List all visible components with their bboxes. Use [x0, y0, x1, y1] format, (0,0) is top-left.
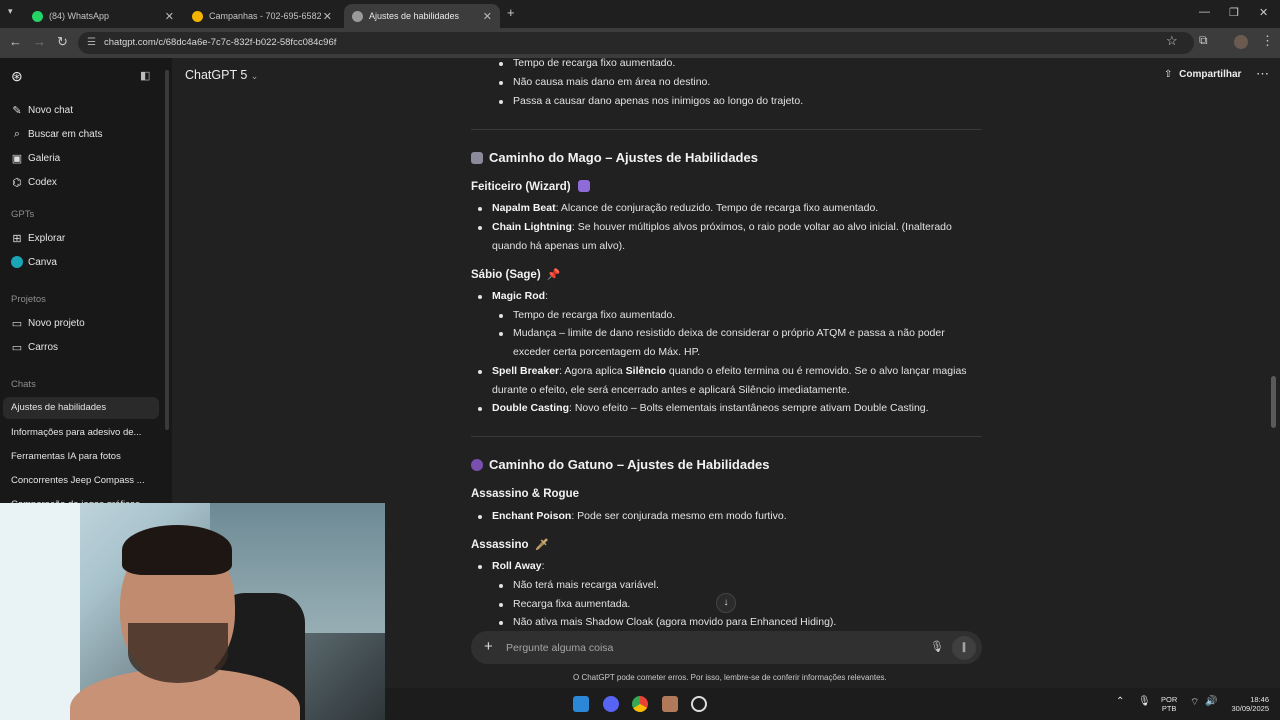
skill-desc: : Pode ser conjurada mesmo em modo furti… [571, 510, 787, 522]
list-item: Double Casting: Novo efeito – Bolts elem… [492, 402, 929, 414]
lang-layout: PTB [1161, 704, 1177, 713]
divider [471, 436, 982, 437]
bullet [499, 314, 503, 318]
subheading-sage: Sábio (Sage) 📌 [471, 268, 561, 281]
microphone-icon[interactable]: 🎙 [930, 640, 944, 653]
plus-icon[interactable]: + [484, 638, 493, 655]
main-scrollbar[interactable] [1271, 376, 1276, 428]
list-item: Spell Breaker: Agora aplica Silêncio qua… [492, 365, 967, 377]
list-item: Mudança – limite de dano resistido deixa… [513, 327, 945, 339]
app-icon[interactable] [662, 696, 678, 712]
taskbar: ⌃ 🎙 POR PTB ⌔ 🔊 18:46 30/09/2025 [385, 688, 1280, 720]
lang-code: POR [1161, 695, 1178, 704]
section-heading-gatuno: Caminho do Gatuno – Ajustes de Habilidad… [471, 457, 770, 472]
skill-desc: : Novo efeito – Bolts elementais instant… [569, 402, 929, 414]
dagger-emoji-icon: 🗡 [534, 539, 549, 551]
list-item: Não causa mais dano em área no destino. [513, 76, 711, 88]
date: 30/09/2025 [1231, 704, 1269, 713]
skill-desc: : Alcance de conjuração reduzido. Tempo … [555, 202, 879, 214]
heading-text: Feiticeiro (Wizard) [471, 181, 571, 193]
subheading-wizard: Feiticeiro (Wizard) [471, 180, 596, 193]
bullet [478, 515, 482, 519]
bullet [478, 207, 482, 211]
list-item: Tempo de recarga fixo aumentado. [513, 57, 676, 69]
list-item: Enchant Poison: Pode ser conjurada mesmo… [492, 510, 787, 522]
webcam-wall [0, 503, 80, 720]
wizard-emoji-icon [471, 152, 483, 164]
bullet [499, 584, 503, 588]
clock[interactable]: 18:46 30/09/2025 [1225, 695, 1269, 713]
list-item-continued: durante o efeito, ele será encerrado ant… [492, 384, 850, 396]
list-item-continued: exceder certa porcentagem do Máx. HP. [513, 346, 701, 358]
list-item: Não ativa mais Shadow Cloak (agora movid… [513, 616, 837, 628]
discord-icon[interactable] [603, 696, 619, 712]
scroll-down-icon[interactable]: ↓ [716, 593, 736, 613]
purple-circle-emoji-icon [471, 459, 483, 471]
heading-text: Sábio (Sage) [471, 269, 541, 281]
list-item: Roll Away: [492, 560, 545, 572]
bullet [478, 295, 482, 299]
voice-mode-icon[interactable]: ∥ [952, 636, 976, 660]
list-item: Tempo de recarga fixo aumentado. [513, 309, 676, 321]
microphone-tray-icon[interactable]: 🎙 [1138, 696, 1151, 707]
windows-start-icon[interactable] [573, 696, 589, 712]
subheading-assassin-rogue: Assassino & Rogue [471, 488, 579, 500]
skill-name: Chain Lightning [492, 221, 572, 233]
skill-name: Roll Away [492, 560, 542, 572]
list-item: Não terá mais recarga variável. [513, 579, 659, 591]
webcam-person-beard [128, 623, 228, 683]
time: 18:46 [1250, 695, 1269, 704]
heading-text: Caminho do Gatuno – Ajustes de Habilidad… [489, 457, 770, 472]
skill-desc: quando o efeito termina ou é removido. S… [665, 365, 967, 377]
skill-name: Double Casting [492, 402, 570, 414]
list-item: Magic Rod: [492, 290, 548, 302]
bullet [478, 370, 482, 374]
bullet [478, 407, 482, 411]
heading-text: Assassino [471, 539, 529, 551]
section-heading-mago: Caminho do Mago – Ajustes de Habilidades [471, 150, 758, 165]
list-item: Passa a causar dano apenas nos inimigos … [513, 95, 804, 107]
pin-emoji-icon: 📌 [546, 269, 561, 281]
list-item-continued: quando há apenas um alvo). [492, 240, 626, 252]
wifi-icon[interactable]: ⌔ [1190, 696, 1199, 709]
composer: + 🎙 ∥ [471, 631, 982, 664]
bullet [499, 603, 503, 607]
bullet [499, 621, 503, 625]
prompt-input[interactable] [506, 639, 906, 656]
keyword: Silêncio [625, 365, 666, 377]
bullet [499, 100, 503, 104]
skill-desc: : Agora aplica [559, 365, 626, 377]
language-indicator[interactable]: POR PTB [1161, 695, 1177, 713]
volume-icon[interactable]: 🔊 [1205, 696, 1217, 707]
webcam-person-hair [122, 525, 232, 575]
skill-name: Enchant Poison [492, 510, 572, 522]
webcam-overlay [0, 503, 385, 720]
star-of-david-emoji-icon [577, 180, 590, 192]
bullet [499, 332, 503, 336]
skill-desc: : Se houver múltiplos alvos próximos, o … [571, 221, 952, 233]
list-item: Recarga fixa aumentada. [513, 598, 631, 610]
skill-name: Napalm Beat [492, 202, 556, 214]
list-item: Napalm Beat: Alcance de conjuração reduz… [492, 202, 878, 214]
bullet [499, 81, 503, 85]
chevron-up-icon[interactable]: ⌃ [1116, 696, 1124, 707]
divider [471, 129, 982, 130]
chrome-icon[interactable] [632, 696, 648, 712]
subheading-assassin: Assassino 🗡 [471, 538, 549, 551]
recording-icon[interactable] [691, 696, 707, 712]
bullet [478, 226, 482, 230]
colon: : [541, 560, 545, 572]
skill-name: Spell Breaker [492, 365, 560, 377]
heading-text: Caminho do Mago – Ajustes de Habilidades [489, 150, 758, 165]
skill-name: Magic Rod [492, 290, 546, 302]
disclaimer: O ChatGPT pode cometer erros. Por isso, … [573, 673, 887, 682]
bullet [478, 565, 482, 569]
colon: : [545, 290, 549, 302]
bullet [499, 62, 503, 66]
list-item: Chain Lightning: Se houver múltiplos alv… [492, 221, 952, 233]
